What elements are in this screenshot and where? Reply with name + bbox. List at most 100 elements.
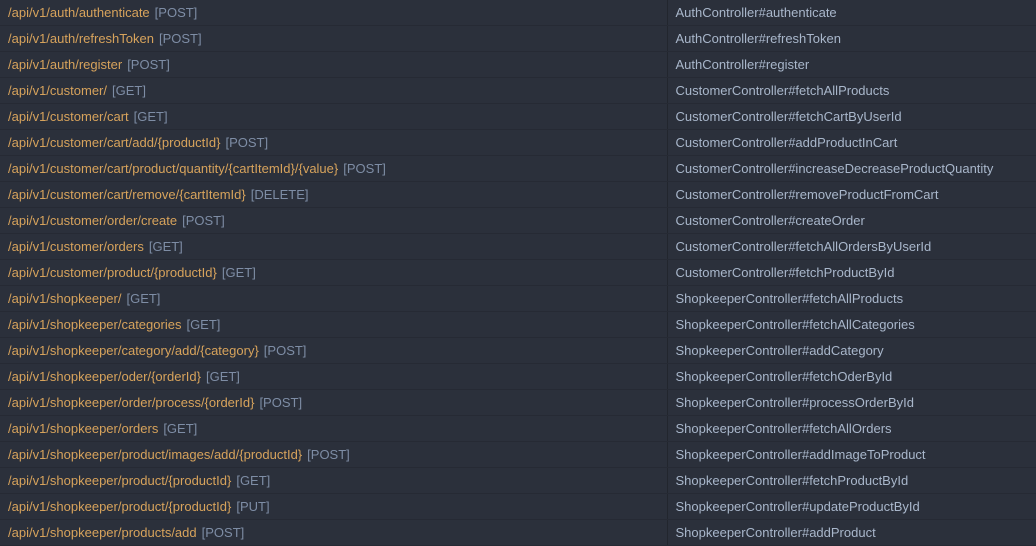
route-handler-text: ShopkeeperController#addCategory bbox=[675, 342, 884, 358]
table-row[interactable]: /api/v1/customer/ [GET] CustomerController… bbox=[0, 77, 1036, 104]
route-path-cell[interactable]: /api/v1/shopkeeper/[GET] bbox=[0, 285, 668, 312]
route-path-cell[interactable]: /api/v1/customer/cart/product/quantity/{… bbox=[0, 155, 668, 182]
table-row[interactable]: /api/v1/shopkeeper/product/images/add/{p… bbox=[0, 441, 1036, 468]
table-row[interactable]: /api/v1/shopkeeper/oder/{orderId} [GET] Sh… bbox=[0, 363, 1036, 390]
table-row[interactable]: /api/v1/shopkeeper/[GET] ShopkeeperContro… bbox=[0, 285, 1036, 312]
route-path-cell[interactable]: /api/v1/customer/ [GET] bbox=[0, 77, 668, 104]
route-handler-cell[interactable]: ShopkeeperController#fetchAllOrders bbox=[667, 415, 1036, 442]
table-row[interactable]: /api/v1/auth/authenticate [POST] AuthContr… bbox=[0, 0, 1036, 26]
route-handler-cell[interactable]: ShopkeeperController#fetchProductById bbox=[667, 467, 1036, 494]
route-path-text: /api/v1/shopkeeper/orders bbox=[8, 420, 159, 436]
route-handler-cell[interactable]: CustomerController#fetchAllOrdersByUserI… bbox=[667, 233, 1036, 260]
route-path-cell[interactable]: /api/v1/shopkeeper/product/images/add/{p… bbox=[0, 441, 668, 468]
route-path-text: /api/v1/auth/refreshToken bbox=[8, 30, 154, 46]
route-path-cell[interactable]: /api/v1/customer/cart [GET] bbox=[0, 103, 668, 130]
route-handler-cell[interactable]: ShopkeeperController#addImageToProduct bbox=[667, 441, 1036, 468]
route-handler-cell[interactable]: ShopkeeperController#fetchOderById bbox=[667, 363, 1036, 390]
route-path-cell[interactable]: /api/v1/auth/register [POST] bbox=[0, 51, 668, 78]
route-handler-text: CustomerController#addProductInCart bbox=[675, 134, 898, 150]
route-path-cell[interactable]: /api/v1/shopkeeper/order/process/{orderI… bbox=[0, 389, 668, 416]
route-method-badge: [POST] bbox=[263, 342, 307, 358]
table-row[interactable]: /api/v1/shopkeeper/order/process/{orderI… bbox=[0, 389, 1036, 416]
table-row[interactable]: /api/v1/customer/orders [GET] CustomerCont… bbox=[0, 233, 1036, 260]
route-path-cell[interactable]: /api/v1/auth/refreshToken [POST] bbox=[0, 25, 668, 52]
route-handler-cell[interactable]: CustomerController#fetchProductById bbox=[667, 259, 1036, 286]
route-method-badge: [POST] bbox=[154, 4, 198, 20]
route-path-cell[interactable]: /api/v1/shopkeeper/category/add/{categor… bbox=[0, 337, 668, 364]
route-handler-cell[interactable]: CustomerController#addProductInCart bbox=[667, 129, 1036, 156]
route-handler-text: AuthController#authenticate bbox=[675, 4, 837, 20]
route-handler-text: CustomerController#createOrder bbox=[675, 212, 865, 228]
route-method-badge: [POST] bbox=[158, 30, 202, 46]
route-handler-text: ShopkeeperController#fetchAllOrders bbox=[675, 420, 892, 436]
route-handler-cell[interactable]: ShopkeeperController#updateProductById bbox=[667, 493, 1036, 520]
route-method-badge: [GET] bbox=[112, 82, 146, 98]
route-path-cell[interactable]: /api/v1/shopkeeper/orders [GET] bbox=[0, 415, 668, 442]
route-handler-cell[interactable]: CustomerController#fetchAllProducts bbox=[667, 77, 1036, 104]
route-path-cell[interactable]: /api/v1/shopkeeper/product/{productId} [G… bbox=[0, 467, 668, 494]
route-handler-cell[interactable]: ShopkeeperController#fetchAllCategories bbox=[667, 311, 1036, 338]
table-row[interactable]: /api/v1/auth/refreshToken [POST] AuthContr… bbox=[0, 25, 1036, 52]
table-row[interactable]: /api/v1/shopkeeper/orders [GET] Shopkeeper… bbox=[0, 415, 1036, 442]
route-path-cell[interactable]: /api/v1/auth/authenticate [POST] bbox=[0, 0, 668, 26]
route-method-badge: [GET] bbox=[221, 264, 256, 280]
route-method-badge: [POST] bbox=[307, 446, 350, 462]
table-row[interactable]: /api/v1/shopkeeper/product/{productId} [P… bbox=[0, 493, 1036, 520]
route-handler-cell[interactable]: ShopkeeperController#fetchAllProducts bbox=[667, 285, 1036, 312]
route-path-cell[interactable]: /api/v1/customer/order/create [POST] bbox=[0, 207, 668, 234]
route-method-badge: [POST] bbox=[343, 160, 386, 176]
route-method-badge: [POST] bbox=[127, 56, 170, 72]
route-handler-text: AuthController#refreshToken bbox=[675, 30, 841, 46]
route-path-cell[interactable]: /api/v1/shopkeeper/categories [GET] bbox=[0, 311, 668, 338]
route-handler-cell[interactable]: AuthController#authenticate bbox=[667, 0, 1036, 26]
route-path-cell[interactable]: /api/v1/shopkeeper/products/add [POST] bbox=[0, 519, 668, 546]
route-path-text: /api/v1/shopkeeper/product/{productId} bbox=[8, 472, 232, 488]
table-row[interactable]: /api/v1/shopkeeper/categories [GET] Shopke… bbox=[0, 311, 1036, 338]
route-handler-text: CustomerController#fetchProductById bbox=[675, 264, 895, 280]
route-path-text: /api/v1/auth/authenticate bbox=[8, 4, 150, 20]
route-path-text: /api/v1/customer/ bbox=[8, 82, 107, 98]
table-row[interactable]: /api/v1/shopkeeper/category/add/{categor… bbox=[0, 337, 1036, 364]
route-handler-text: ShopkeeperController#fetchProductById bbox=[675, 472, 909, 488]
route-handler-cell[interactable]: ShopkeeperController#processOrderById bbox=[667, 389, 1036, 416]
route-method-badge: [POST] bbox=[225, 134, 269, 150]
route-method-badge: [GET] bbox=[186, 316, 221, 332]
route-path-cell[interactable]: /api/v1/customer/orders [GET] bbox=[0, 233, 668, 260]
route-handler-text: ShopkeeperController#addImageToProduct bbox=[675, 446, 926, 462]
route-handler-cell[interactable]: CustomerController#fetchCartByUserId bbox=[667, 103, 1036, 130]
route-method-badge: [GET] bbox=[126, 290, 161, 306]
table-row[interactable]: /api/v1/customer/cart/add/{productId} [PO… bbox=[0, 129, 1036, 156]
route-handler-text: ShopkeeperController#updateProductById bbox=[675, 498, 920, 514]
route-method-badge: [POST] bbox=[201, 524, 245, 540]
route-handler-cell[interactable]: CustomerController#createOrder bbox=[667, 207, 1036, 234]
route-handler-cell[interactable]: AuthController#register bbox=[667, 51, 1036, 78]
route-path-text: /api/v1/shopkeeper/ bbox=[8, 290, 122, 306]
route-path-text: /api/v1/shopkeeper/product/images/add/{p… bbox=[8, 446, 303, 462]
table-row[interactable]: /api/v1/customer/product/{productId} [GET… bbox=[0, 259, 1036, 286]
table-row[interactable]: /api/v1/customer/order/create [POST] Custo… bbox=[0, 207, 1036, 234]
route-path-cell[interactable]: /api/v1/customer/product/{productId} [GET… bbox=[0, 259, 668, 286]
route-path-cell[interactable]: /api/v1/customer/cart/remove/{cartItemId… bbox=[0, 181, 668, 208]
route-handler-cell[interactable]: CustomerController#removeProductFromCart bbox=[667, 181, 1036, 208]
route-handler-text: CustomerController#removeProductFromCart bbox=[675, 186, 939, 202]
route-path-text: /api/v1/shopkeeper/oder/{orderId} bbox=[8, 368, 201, 384]
route-handler-cell[interactable]: ShopkeeperController#addProduct bbox=[667, 519, 1036, 546]
table-row[interactable]: /api/v1/shopkeeper/products/add [POST] Sho… bbox=[0, 519, 1036, 546]
route-handler-cell[interactable]: ShopkeeperController#addCategory bbox=[667, 337, 1036, 364]
route-handler-text: ShopkeeperController#fetchOderById bbox=[675, 368, 893, 384]
route-path-cell[interactable]: /api/v1/shopkeeper/product/{productId} [P… bbox=[0, 493, 668, 520]
route-path-text: /api/v1/customer/order/create bbox=[8, 212, 178, 228]
route-handler-cell[interactable]: CustomerController#increaseDecreaseProdu… bbox=[667, 155, 1036, 182]
table-row[interactable]: /api/v1/customer/cart/remove/{cartItemId… bbox=[0, 181, 1036, 208]
route-path-text: /api/v1/auth/register bbox=[8, 56, 123, 72]
table-row[interactable]: /api/v1/shopkeeper/product/{productId} [G… bbox=[0, 467, 1036, 494]
table-row[interactable]: /api/v1/auth/register [POST] AuthControlle… bbox=[0, 51, 1036, 78]
route-path-cell[interactable]: /api/v1/customer/cart/add/{productId} [PO… bbox=[0, 129, 668, 156]
table-row[interactable]: /api/v1/customer/cart/product/quantity/{… bbox=[0, 155, 1036, 182]
route-path-cell[interactable]: /api/v1/shopkeeper/oder/{orderId} [GET] bbox=[0, 363, 668, 390]
route-method-badge: [DELETE] bbox=[250, 186, 309, 202]
route-handler-cell[interactable]: AuthController#refreshToken bbox=[667, 25, 1036, 52]
route-handler-text: CustomerController#fetchAllProducts bbox=[675, 82, 890, 98]
route-handler-text: ShopkeeperController#processOrderById bbox=[675, 394, 914, 410]
table-row[interactable]: /api/v1/customer/cart [GET] CustomerContro… bbox=[0, 103, 1036, 130]
